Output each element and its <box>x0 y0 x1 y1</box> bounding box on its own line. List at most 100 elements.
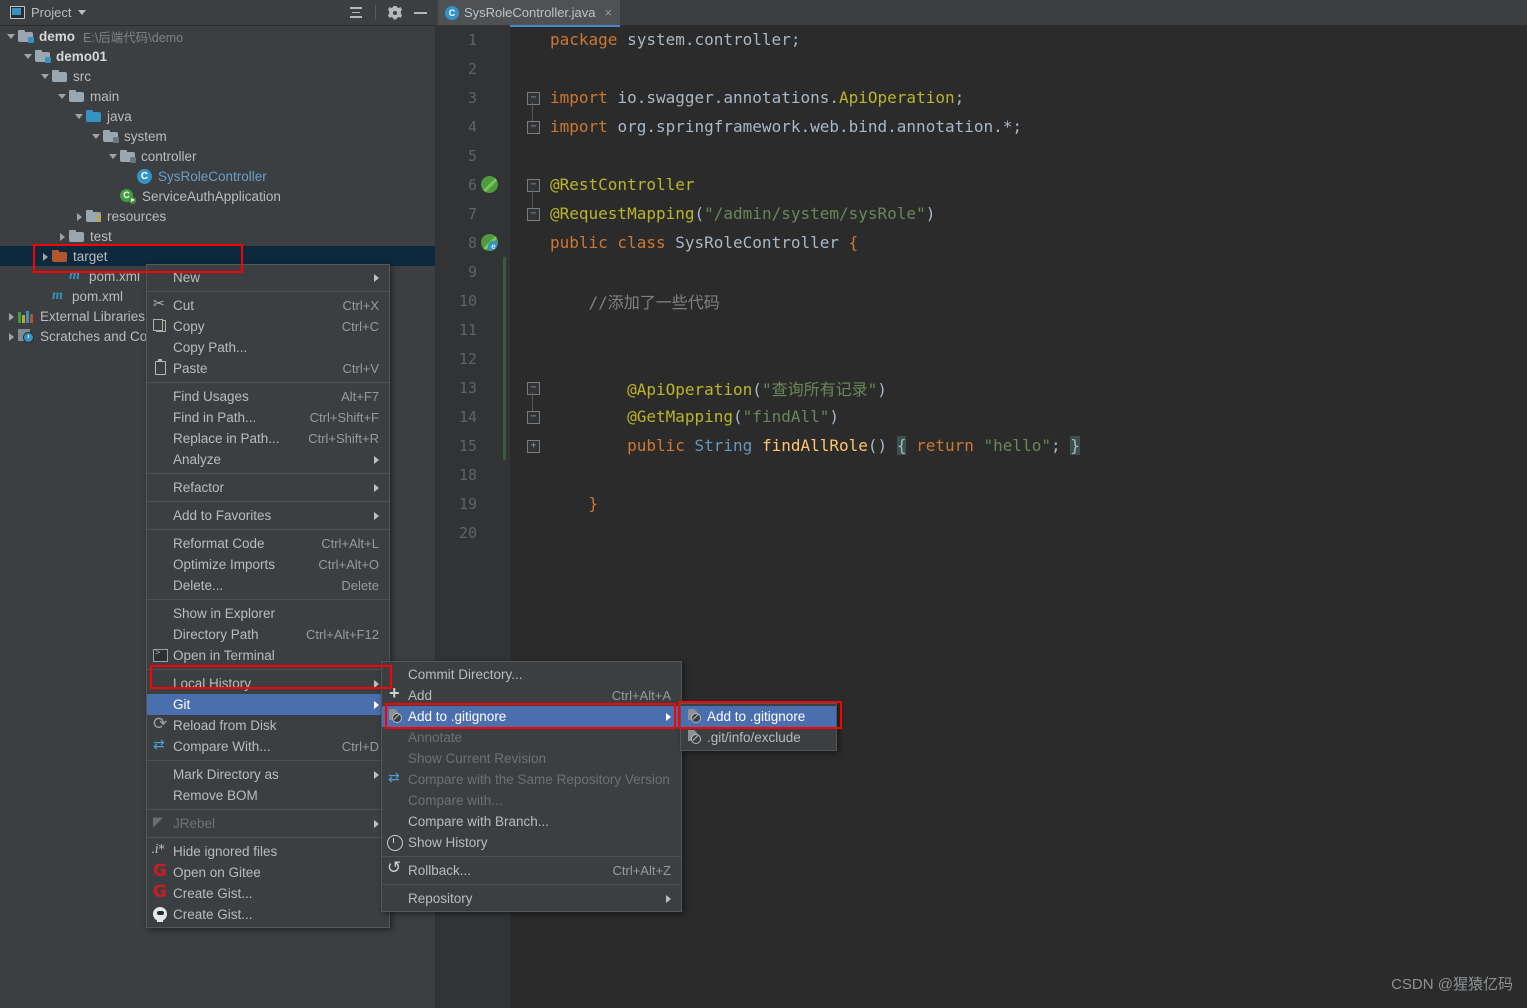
disclosure-triangle-icon[interactable] <box>38 249 52 263</box>
code-line[interactable]: 19 } <box>435 489 1527 518</box>
code-line[interactable]: 12 <box>435 344 1527 373</box>
fold-marker <box>510 489 543 518</box>
disclosure-triangle-icon[interactable] <box>55 89 69 103</box>
menu-item-delete[interactable]: Delete... Delete <box>147 575 389 596</box>
tree-node[interactable]: C ServiceAuthApplication <box>0 186 435 206</box>
menu-item-paste[interactable]: Paste Ctrl+V <box>147 358 389 379</box>
menu-item-mark-directory-as[interactable]: Mark Directory as <box>147 764 389 785</box>
git-item-repository[interactable]: Repository <box>382 888 681 909</box>
menu-item-copy-path[interactable]: Copy Path... <box>147 337 389 358</box>
menu-item-create-gist[interactable]: Create Gist... <box>147 904 389 925</box>
menu-item-git[interactable]: Git <box>147 694 389 715</box>
menu-item-refactor[interactable]: Refactor <box>147 477 389 498</box>
git-item-rollback[interactable]: Rollback... Ctrl+Alt+Z <box>382 858 681 881</box>
menu-item-create-gist[interactable]: Create Gist... <box>147 882 389 904</box>
tree-node[interactable]: demo E:\后端代码\demo <box>0 26 435 46</box>
tree-node[interactable]: C SysRoleController <box>0 166 435 186</box>
menu-item-remove-bom[interactable]: Remove BOM <box>147 785 389 806</box>
menu-item-copy[interactable]: Copy Ctrl+C <box>147 316 389 337</box>
code-line[interactable]: 18 <box>435 460 1527 489</box>
fold-end-icon[interactable]: − <box>527 121 540 134</box>
fold-end-icon[interactable]: − <box>527 208 540 221</box>
code-line[interactable]: 5 <box>435 141 1527 170</box>
menu-item-replace-in-path[interactable]: Replace in Path... Ctrl+Shift+R <box>147 428 389 449</box>
close-icon[interactable]: × <box>605 6 613 19</box>
code-line[interactable]: 9 <box>435 257 1527 286</box>
menu-item-new[interactable]: New <box>147 267 389 288</box>
code-line[interactable]: 20 <box>435 518 1527 547</box>
menu-item-local-history[interactable]: Local History <box>147 673 389 694</box>
fold-marker: − <box>510 112 543 141</box>
disclosure-triangle-icon[interactable] <box>4 309 18 323</box>
code-line[interactable]: 10 //添加了一些代码 <box>435 286 1527 315</box>
tree-node[interactable]: controller <box>0 146 435 166</box>
tree-node[interactable]: main <box>0 86 435 106</box>
git-item-commit-directory[interactable]: Commit Directory... <box>382 664 681 685</box>
source-folder-icon <box>86 110 101 122</box>
code-line[interactable]: 7 − @RequestMapping("/admin/system/sysRole… <box>435 199 1527 228</box>
menu-item-hide-ignored-files[interactable]: Hide ignored files <box>147 841 389 862</box>
code-text: import io.swagger.annotations.ApiOperati… <box>550 88 964 107</box>
tree-node[interactable]: system <box>0 126 435 146</box>
collapse-all-icon[interactable] <box>349 6 363 19</box>
fold-collapse-icon[interactable]: − <box>527 179 540 192</box>
disclosure-triangle-icon[interactable] <box>72 209 86 223</box>
disclosure-triangle-icon[interactable] <box>4 329 18 343</box>
disclosure-triangle-icon[interactable] <box>55 229 69 243</box>
chevron-down-icon[interactable] <box>78 10 87 15</box>
spring-bean-gutter-icon[interactable]: e <box>481 234 498 251</box>
tree-node[interactable]: java <box>0 106 435 126</box>
gitignore-item-git-info-exclude[interactable]: .git/info/exclude <box>681 727 836 748</box>
menu-item-open-in-terminal[interactable]: Open in Terminal <box>147 645 389 666</box>
tree-node[interactable]: src <box>0 66 435 86</box>
disclosure-triangle-icon[interactable] <box>4 29 18 43</box>
fold-expand-icon[interactable]: + <box>527 440 540 453</box>
tab-sysrolecontroller[interactable]: C SysRoleController.java × <box>438 0 621 27</box>
git-item-show-history[interactable]: Show History <box>382 832 681 853</box>
tree-node[interactable]: resources <box>0 206 435 226</box>
fold-collapse-icon[interactable]: − <box>527 92 540 105</box>
fold-marker <box>510 315 543 344</box>
code-line[interactable]: 11 <box>435 315 1527 344</box>
code-line[interactable]: 1 package system.controller; <box>435 25 1527 54</box>
menu-item-find-usages[interactable]: Find Usages Alt+F7 <box>147 386 389 407</box>
menu-item-directory-path[interactable]: Directory Path Ctrl+Alt+F12 <box>147 624 389 645</box>
menu-item-reformat-code[interactable]: Reformat Code Ctrl+Alt+L <box>147 533 389 554</box>
fold-collapse-icon[interactable]: − <box>527 382 540 395</box>
clock-icon <box>387 835 403 851</box>
menu-item-cut[interactable]: Cut Ctrl+X <box>147 295 389 316</box>
code-line[interactable]: 13 − @ApiOperation("查询所有记录") <box>435 373 1527 402</box>
disclosure-triangle-icon[interactable] <box>21 49 35 63</box>
code-line[interactable]: 6 − @RestController <box>435 170 1527 199</box>
gitignore-item-add-to-gitignore[interactable]: Add to .gitignore <box>681 706 836 727</box>
tree-node-selected[interactable]: target <box>0 246 473 266</box>
code-line[interactable]: 8 e public class SysRoleController { <box>435 228 1527 257</box>
disclosure-triangle-icon[interactable] <box>72 109 86 123</box>
menu-item-compare-with[interactable]: Compare With... Ctrl+D <box>147 736 389 757</box>
disclosure-triangle-icon[interactable] <box>38 69 52 83</box>
tree-node[interactable]: test <box>0 226 435 246</box>
gutter-marker <box>477 54 510 83</box>
tree-node[interactable]: demo01 <box>0 46 435 66</box>
code-line[interactable]: 4 − import org.springframework.web.bind.an… <box>435 112 1527 141</box>
run-gutter-icon[interactable] <box>481 176 498 193</box>
code-line[interactable]: 15 + public String findAllRole() { return… <box>435 431 1527 460</box>
disclosure-triangle-icon[interactable] <box>89 129 103 143</box>
menu-item-analyze[interactable]: Analyze <box>147 449 389 470</box>
git-item-add-to-gitignore[interactable]: Add to .gitignore <box>382 706 681 727</box>
menu-item-open-on-gitee[interactable]: Open on Gitee <box>147 861 389 883</box>
git-item-compare-with-branch[interactable]: Compare with Branch... <box>382 811 681 832</box>
code-line[interactable]: 2 <box>435 54 1527 83</box>
disclosure-triangle-icon[interactable] <box>106 149 120 163</box>
fold-end-icon[interactable]: − <box>527 411 540 424</box>
menu-item-show-in-explorer[interactable]: Show in Explorer <box>147 603 389 624</box>
code-line[interactable]: 14 − @GetMapping("findAll") <box>435 402 1527 431</box>
git-item-add[interactable]: Add Ctrl+Alt+A <box>382 683 681 706</box>
code-line[interactable]: 3 − import io.swagger.annotations.ApiOpera… <box>435 83 1527 112</box>
menu-item-add-to-favorites[interactable]: Add to Favorites <box>147 505 389 526</box>
menu-item-optimize-imports[interactable]: Optimize Imports Ctrl+Alt+O <box>147 554 389 575</box>
minimize-icon[interactable] <box>414 6 427 19</box>
menu-item-find-in-path[interactable]: Find in Path... Ctrl+Shift+F <box>147 407 389 428</box>
menu-item-reload-from-disk[interactable]: Reload from Disk <box>147 714 389 736</box>
gear-icon[interactable] <box>388 6 402 20</box>
